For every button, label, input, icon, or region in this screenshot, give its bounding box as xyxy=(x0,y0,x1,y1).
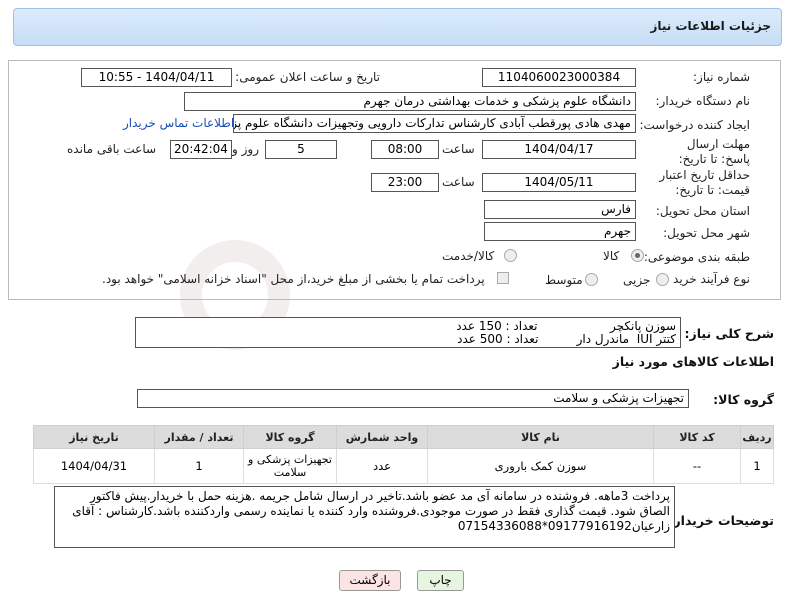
cell-name: سوزن کمک باروری xyxy=(427,448,654,484)
col-name: نام کالا xyxy=(427,425,654,449)
city-label: شهر محل تحویل: xyxy=(663,226,750,240)
cell-unit: عدد xyxy=(336,448,428,484)
purchase-type-label: نوع فرآیند خرید : xyxy=(665,272,750,286)
requester-label: ایجاد کننده درخواست: xyxy=(639,118,750,132)
buyer-contact-link[interactable]: اطلاعات تماس خریدار xyxy=(123,116,234,130)
description-line-2: کتتر IUI ماندرل دار تعداد : 500 عدد xyxy=(457,332,676,346)
back-button[interactable]: بازگشت xyxy=(339,570,401,591)
cell-row: 1 xyxy=(740,448,774,484)
announce-label: تاریخ و ساعت اعلان عمومی: xyxy=(235,70,380,84)
price-validity-label: حداقل تاریخ اعتبار قیمت: تا تاریخ: xyxy=(659,168,750,197)
goods-table-header: ردیف کد کالا نام کالا واحد شمارش گروه کا… xyxy=(33,425,774,449)
need-number-field: 1104060023000384 xyxy=(482,68,636,87)
price-validity-time-label: ساعت xyxy=(442,175,475,189)
goods-info-title: اطلاعات کالاهای مورد نیاز xyxy=(612,354,774,369)
cell-quantity: 1 xyxy=(154,448,244,484)
reply-time-label: ساعت xyxy=(442,142,475,156)
col-code: کد کالا xyxy=(653,425,741,449)
buyer-org-field: دانشگاه علوم پزشکی و خدمات بهداشتی درمان… xyxy=(184,92,636,111)
remaining-time-field: 20:42:04 xyxy=(170,140,232,159)
requester-field: مهدی هادی پورقطب آبادی کارشناس تدارکات د… xyxy=(233,114,636,133)
buyer-notes-textarea[interactable]: پرداخت 3ماهه. فروشنده در سامانه آی مد عض… xyxy=(54,486,675,548)
province-label: استان محل تحویل: xyxy=(655,204,750,218)
goods-group-field: تجهیزات پزشکی و سلامت xyxy=(137,389,689,408)
price-validity-date-field: 1404/05/11 xyxy=(482,173,636,192)
panel-title: جزئیات اطلاعات نیاز xyxy=(650,19,771,33)
cell-date: 1404/04/31 xyxy=(33,448,155,484)
col-row: ردیف xyxy=(740,425,774,449)
header-panel: جزئیات اطلاعات نیاز xyxy=(13,8,782,46)
announce-field: 1404/04/11 - 10:55 xyxy=(81,68,232,87)
treasury-checkbox[interactable] xyxy=(497,272,509,284)
cell-code: -- xyxy=(653,448,741,484)
category-radio-goods[interactable] xyxy=(631,249,644,262)
goods-table: ردیف کد کالا نام کالا واحد شمارش گروه کا… xyxy=(33,425,774,484)
description-textarea[interactable]: سوزن پانکچر تعداد : 150 عدد کتتر IUI مان… xyxy=(135,317,681,348)
description-label: شرح کلی نیاز: xyxy=(684,326,774,341)
col-quantity: تعداد / مقدار xyxy=(154,425,244,449)
treasury-payment-text: پرداخت تمام یا بخشی از مبلغ خرید،از محل … xyxy=(102,272,485,286)
col-date: تاریخ نیاز xyxy=(33,425,155,449)
cell-group: تجهیزات پزشکی و سلامت xyxy=(243,448,337,484)
reply-deadline-label: مهلت ارسال پاسخ: تا تاریخ: xyxy=(678,137,750,166)
category-label: طبقه بندی موضوعی: xyxy=(643,250,750,264)
days-label: روز و xyxy=(232,142,259,156)
need-number-label: شماره نیاز: xyxy=(693,70,750,84)
category-option-goods: کالا xyxy=(603,249,620,263)
city-field: جهرم xyxy=(484,222,636,241)
purchase-radio-medium[interactable] xyxy=(585,273,598,286)
category-option-goods-service: کالا/خدمت xyxy=(442,249,495,263)
price-validity-time-field: 23:00 xyxy=(371,173,439,192)
purchase-option-minor: جزیی xyxy=(623,273,651,287)
print-button[interactable]: چاپ xyxy=(417,570,464,591)
province-field: فارس xyxy=(484,200,636,219)
purchase-radio-minor[interactable] xyxy=(656,273,669,286)
remaining-label: ساعت باقی مانده xyxy=(67,142,157,156)
category-radio-goods-service[interactable] xyxy=(504,249,517,262)
col-group: گروه کالا xyxy=(243,425,337,449)
reply-date-field: 1404/04/17 xyxy=(482,140,636,159)
buyer-org-label: نام دستگاه خریدار: xyxy=(655,94,751,108)
purchase-option-medium: متوسط xyxy=(545,273,583,287)
goods-group-label: گروه کالا: xyxy=(713,392,774,407)
col-unit: واحد شمارش xyxy=(336,425,428,449)
table-row: 1 -- سوزن کمک باروری عدد تجهیزات پزشکی و… xyxy=(33,448,774,484)
days-field: 5 xyxy=(265,140,337,159)
buyer-notes-label: توضیحات خریدار: xyxy=(668,513,774,528)
reply-time-field: 08:00 xyxy=(371,140,439,159)
